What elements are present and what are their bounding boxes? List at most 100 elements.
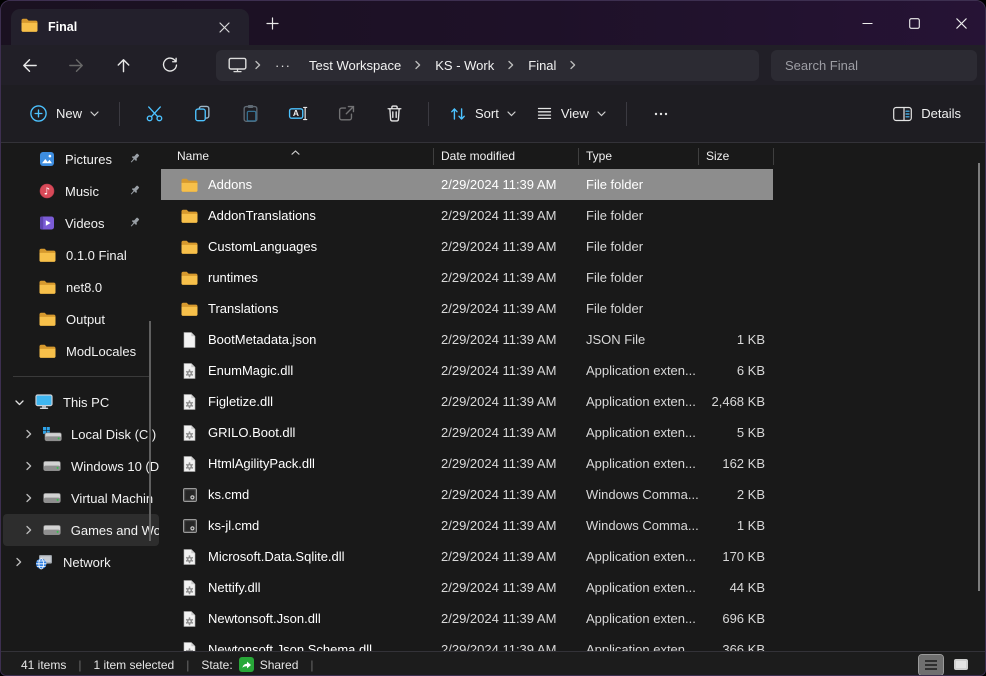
column-separator[interactable] xyxy=(698,148,699,165)
column-separator[interactable] xyxy=(433,148,434,165)
network-icon xyxy=(35,554,53,570)
table-row[interactable]: Newtonsoft.Json.Schema.dll2/29/2024 11:3… xyxy=(161,634,773,651)
explorer-tab[interactable]: Final xyxy=(11,9,249,45)
table-row[interactable]: Newtonsoft.Json.dll2/29/2024 11:39 AMApp… xyxy=(161,603,773,634)
sidebar-item-label: Music xyxy=(65,184,99,199)
sidebar-item-games-and-wo[interactable]: Games and Wo xyxy=(3,514,159,546)
details-view-toggle[interactable] xyxy=(919,655,943,675)
breadcrumb-item[interactable]: KS - Work xyxy=(427,55,502,76)
file-size-cell: 162 KB xyxy=(698,456,773,471)
tree-expander[interactable] xyxy=(23,492,35,504)
sidebar-item-0-1-0-final[interactable]: 0.1.0 Final xyxy=(3,239,159,271)
sidebar-item-label: Windows 10 (D xyxy=(71,459,159,474)
copy-button[interactable] xyxy=(178,95,226,133)
file-name-cell: Microsoft.Data.Sqlite.dll xyxy=(161,549,433,565)
file-date-cell: 2/29/2024 11:39 AM xyxy=(433,580,578,595)
drive-icon xyxy=(43,460,61,472)
more-options-button[interactable] xyxy=(637,95,685,133)
toolbar-separator xyxy=(626,102,627,126)
sidebar-item-network[interactable]: Network xyxy=(3,546,159,578)
pin-icon xyxy=(128,152,141,168)
pin-icon xyxy=(128,216,141,232)
thumbnail-view-toggle[interactable] xyxy=(949,655,973,675)
close-button[interactable] xyxy=(938,1,985,45)
forward-button[interactable] xyxy=(64,53,88,77)
maximize-button[interactable] xyxy=(891,1,938,45)
os-drive-icon xyxy=(43,427,62,442)
tab-close-icon[interactable] xyxy=(211,14,237,40)
new-button[interactable]: New xyxy=(19,96,109,131)
clipboard-icon xyxy=(241,104,260,123)
tree-expander[interactable] xyxy=(23,428,35,440)
file-list-scrollbar[interactable] xyxy=(978,163,980,591)
table-row[interactable]: BootMetadata.json2/29/2024 11:39 AMJSON … xyxy=(161,324,773,355)
column-header-type[interactable]: Type xyxy=(578,149,698,163)
sidebar-item-net8-0[interactable]: net8.0 xyxy=(3,271,159,303)
music-icon: ♪ xyxy=(39,183,55,199)
table-row[interactable]: Figletize.dll2/29/2024 11:39 AMApplicati… xyxy=(161,386,773,417)
pictures-icon xyxy=(39,151,55,167)
breadcrumb-item[interactable]: Final xyxy=(520,55,564,76)
view-button[interactable]: View xyxy=(526,97,616,130)
tree-expander[interactable] xyxy=(13,556,25,568)
sidebar-item-local-disk-c-[interactable]: Local Disk (C:) xyxy=(3,418,159,450)
table-row[interactable]: AddonTranslations2/29/2024 11:39 AMFile … xyxy=(161,200,773,231)
videos-icon xyxy=(39,215,55,231)
sort-button[interactable]: Sort xyxy=(439,97,526,131)
search-input[interactable] xyxy=(771,58,977,73)
table-row[interactable]: runtimes2/29/2024 11:39 AMFile folder xyxy=(161,262,773,293)
delete-button[interactable] xyxy=(370,95,418,133)
file-name-cell: runtimes xyxy=(161,270,433,285)
sidebar-item-videos[interactable]: Videos xyxy=(3,207,159,239)
file-name: ks.cmd xyxy=(208,487,249,502)
file-size-cell: 5 KB xyxy=(698,425,773,440)
breadcrumb-device-button[interactable] xyxy=(226,57,249,73)
table-row[interactable]: ks-jl.cmd2/29/2024 11:39 AMWindows Comma… xyxy=(161,510,773,541)
file-name-cell: HtmlAgilityPack.dll xyxy=(161,456,433,472)
tree-expander[interactable] xyxy=(13,397,25,408)
chevron-down-icon xyxy=(597,111,606,117)
sidebar-divider xyxy=(13,376,149,377)
file-name: AddonTranslations xyxy=(208,208,316,223)
back-button[interactable] xyxy=(17,53,41,77)
table-row[interactable]: EnumMagic.dll2/29/2024 11:39 AMApplicati… xyxy=(161,355,773,386)
sidebar-item-virtual-machin[interactable]: Virtual Machin xyxy=(3,482,159,514)
table-row[interactable]: CustomLanguages2/29/2024 11:39 AMFile fo… xyxy=(161,231,773,262)
sidebar-item-music[interactable]: ♪ Music xyxy=(3,175,159,207)
sidebar-item-this-pc[interactable]: This PC xyxy=(3,386,159,418)
refresh-button[interactable] xyxy=(158,53,182,77)
sidebar-item-modlocales[interactable]: ModLocales xyxy=(3,335,159,367)
column-header-size[interactable]: Size xyxy=(698,149,773,163)
column-header-date-modified[interactable]: Date modified xyxy=(433,149,578,163)
rename-button[interactable]: A xyxy=(274,95,322,133)
share-button[interactable] xyxy=(322,95,370,133)
table-row[interactable]: Addons2/29/2024 11:39 AMFile folder xyxy=(161,169,773,200)
details-pane-button[interactable]: Details xyxy=(882,97,971,131)
table-row[interactable]: Microsoft.Data.Sqlite.dll2/29/2024 11:39… xyxy=(161,541,773,572)
table-row[interactable]: Translations2/29/2024 11:39 AMFile folde… xyxy=(161,293,773,324)
table-row[interactable]: GRILO.Boot.dll2/29/2024 11:39 AMApplicat… xyxy=(161,417,773,448)
tree-expander[interactable] xyxy=(23,524,35,536)
minimize-button[interactable] xyxy=(844,1,891,45)
rename-icon: A xyxy=(288,104,308,123)
up-button[interactable] xyxy=(111,53,135,77)
file-size-cell: 2,468 KB xyxy=(698,394,773,409)
table-row[interactable]: Nettify.dll2/29/2024 11:39 AMApplication… xyxy=(161,572,773,603)
state-label: State: xyxy=(201,658,232,672)
sidebar-item-pictures[interactable]: Pictures xyxy=(3,143,159,175)
cut-button[interactable] xyxy=(130,95,178,133)
chevron-down-icon xyxy=(90,111,99,117)
sidebar-item-output[interactable]: Output xyxy=(3,303,159,335)
breadcrumb-item[interactable]: Test Workspace xyxy=(301,55,409,76)
tree-expander[interactable] xyxy=(23,460,35,472)
new-tab-button[interactable] xyxy=(259,10,285,36)
column-separator[interactable] xyxy=(578,148,579,165)
paste-button[interactable] xyxy=(226,95,274,133)
file-date-cell: 2/29/2024 11:39 AM xyxy=(433,332,578,347)
breadcrumb-overflow-button[interactable]: ··· xyxy=(267,58,299,73)
sidebar-item-windows-10-d[interactable]: Windows 10 (D xyxy=(3,450,159,482)
table-row[interactable]: ks.cmd2/29/2024 11:39 AMWindows Comma...… xyxy=(161,479,773,510)
column-separator[interactable] xyxy=(773,148,774,165)
table-row[interactable]: HtmlAgilityPack.dll2/29/2024 11:39 AMApp… xyxy=(161,448,773,479)
titlebar: Final xyxy=(1,1,985,45)
